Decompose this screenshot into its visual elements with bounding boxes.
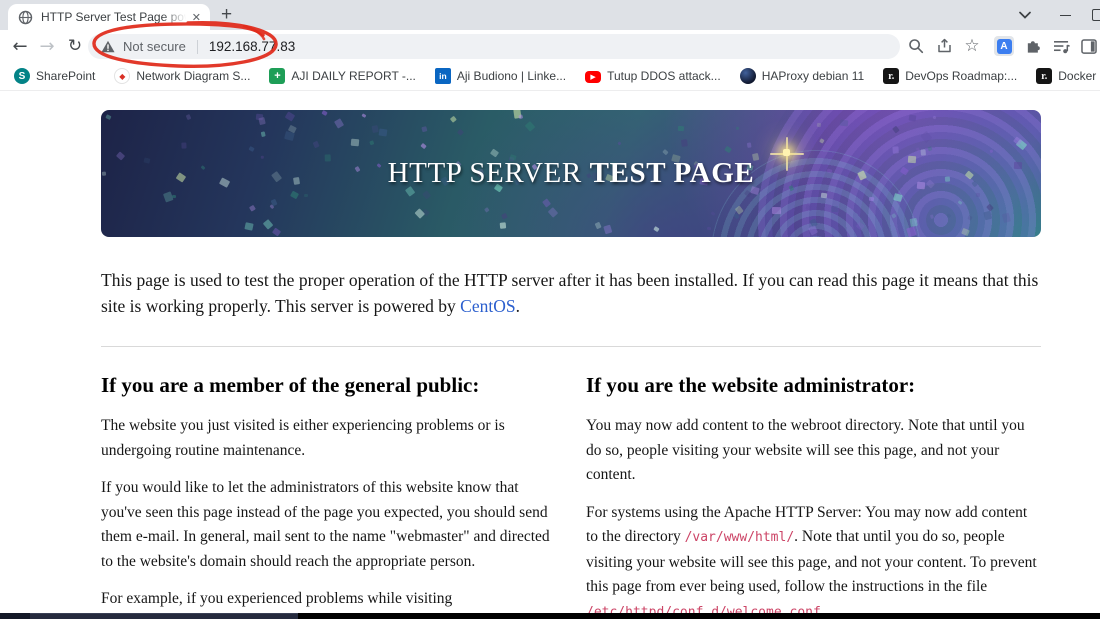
- search-icon[interactable]: [902, 30, 930, 62]
- taskbar-edge: [0, 613, 1100, 619]
- bookmark-item[interactable]: + AJI DAILY REPORT -...: [269, 68, 416, 84]
- reload-icon[interactable]: ↻: [61, 30, 89, 62]
- bookmark-item[interactable]: r. DevOps Roadmap:...: [883, 68, 1017, 84]
- banner-title: HTTP SERVER TEST PAGE: [387, 157, 755, 189]
- public-column-heading: If you are a member of the general publi…: [101, 373, 480, 397]
- sharepoint-favicon-icon: S: [14, 68, 30, 84]
- linkedin-favicon-icon: in: [434, 68, 451, 84]
- bookmark-item[interactable]: ◆ Network Diagram S...: [114, 68, 250, 84]
- paragraph: For systems using the Apache HTTP Server…: [586, 503, 1037, 614]
- media-controls-icon[interactable]: [1047, 30, 1075, 62]
- globe-favicon-icon: [18, 10, 33, 24]
- not-secure-warning-icon: [101, 40, 115, 53]
- bookmark-item[interactable]: HAProxy debian 11: [739, 68, 865, 84]
- bookmark-label: DevOps Roadmap:...: [905, 69, 1018, 83]
- bookmark-label: Docker Roadmap -...: [1058, 69, 1100, 83]
- page-banner: HTTP SERVER TEST PAGE: [101, 110, 1041, 237]
- tab-title: HTTP Server Test Page powered: [41, 10, 189, 24]
- sheets-favicon-icon: +: [269, 68, 286, 84]
- bookmark-item[interactable]: ▶ Tutup DDOS attack...: [585, 69, 721, 83]
- tab-strip: HTTP Server Test Page powered ✕ +: [0, 0, 1100, 30]
- tab-close-icon[interactable]: ✕: [189, 11, 204, 24]
- maximize-button[interactable]: [1088, 0, 1100, 30]
- address-bar-separator: [196, 39, 198, 54]
- public-column: If you are a member of the general publi…: [101, 373, 556, 613]
- haproxy-favicon-icon: [739, 68, 756, 84]
- back-icon[interactable]: ←: [6, 30, 34, 62]
- bookmark-label: SharePoint: [36, 69, 96, 83]
- admin-column-heading: If you are the website administrator:: [586, 373, 916, 397]
- bookmark-label: Network Diagram S...: [136, 69, 251, 83]
- minimize-button[interactable]: [1052, 0, 1078, 30]
- roadmap-favicon-icon: r.: [883, 68, 900, 84]
- admin-column: If you are the website administrator: Yo…: [586, 373, 1041, 613]
- tab-search-chevron-icon[interactable]: [1012, 0, 1038, 30]
- bookmark-item[interactable]: r. Docker Roadmap -...: [1036, 68, 1100, 84]
- share-icon[interactable]: [930, 30, 958, 62]
- paragraph: The website you just visited is either e…: [101, 417, 505, 459]
- bookmark-item[interactable]: in Aji Budiono | Linke...: [434, 68, 567, 84]
- translate-extension-icon[interactable]: A: [990, 30, 1018, 62]
- intro-paragraph: This page is used to test the proper ope…: [101, 270, 1039, 316]
- address-bar[interactable]: Not secure 192.168.77.83: [88, 34, 900, 59]
- browser-tab[interactable]: HTTP Server Test Page powered ✕: [8, 4, 210, 30]
- forward-icon[interactable]: →: [33, 30, 61, 62]
- extensions-puzzle-icon[interactable]: [1019, 30, 1047, 62]
- side-panel-icon[interactable]: [1075, 30, 1100, 62]
- divider: [101, 346, 1041, 347]
- bookmark-star-icon[interactable]: ☆: [958, 30, 986, 62]
- bookmark-label: AJI DAILY REPORT -...: [291, 69, 416, 83]
- centos-link[interactable]: CentOS: [460, 296, 515, 316]
- paragraph: For example, if you experienced problems…: [101, 590, 453, 607]
- network-favicon-icon: ◆: [114, 68, 131, 84]
- address-bar-url[interactable]: 192.168.77.83: [209, 39, 295, 54]
- page-content: HTTP SERVER TEST PAGE This page is used …: [0, 91, 1100, 613]
- paragraph: You may now add content to the webroot d…: [586, 417, 1025, 483]
- youtube-favicon-icon: ▶: [585, 71, 602, 83]
- not-secure-label[interactable]: Not secure: [123, 39, 186, 54]
- bookmark-label: Aji Budiono | Linke...: [456, 69, 567, 83]
- bookmark-label: HAProxy debian 11: [761, 69, 865, 83]
- bookmark-item[interactable]: S SharePoint: [14, 68, 95, 84]
- paragraph: If you would like to let the administrat…: [101, 479, 550, 570]
- bookmarks-bar: S SharePoint ◆ Network Diagram S... + AJI DAI…: [0, 62, 1100, 91]
- browser-toolbar: ← → ↻ Not secure 192.168.77.83 ☆ A: [0, 30, 1100, 62]
- bookmark-label: Tutup DDOS attack...: [607, 69, 721, 83]
- roadmap-favicon-icon: r.: [1036, 68, 1053, 84]
- new-tab-button[interactable]: +: [221, 2, 232, 28]
